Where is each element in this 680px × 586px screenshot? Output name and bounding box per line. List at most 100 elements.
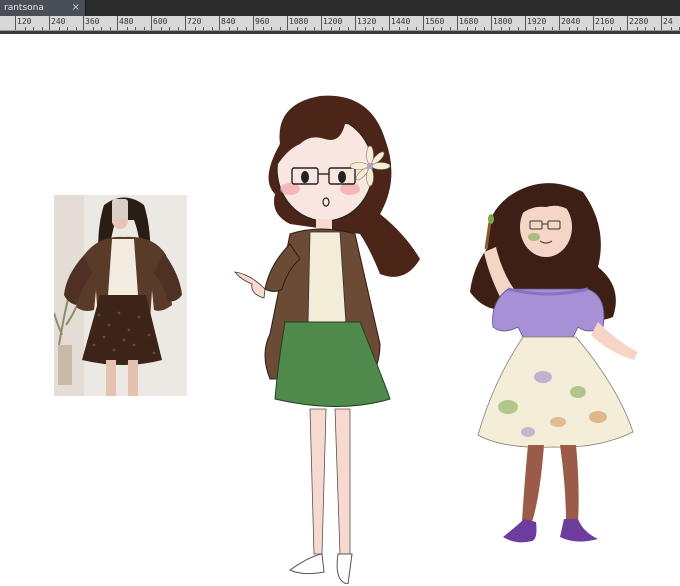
ruler-minor-tick: [483, 27, 485, 30]
final-character[interactable]: [448, 177, 658, 557]
ruler-label: 840: [221, 17, 236, 26]
ruler-minor-tick: [305, 27, 306, 30]
ruler-major-tick: [49, 16, 50, 30]
ruler-major-tick: [423, 16, 424, 30]
ruler-minor-tick: [33, 27, 34, 30]
ruler-label: 2040: [561, 17, 581, 26]
ruler-minor-tick: [92, 27, 94, 30]
ruler-minor-tick: [415, 27, 417, 30]
ruler-minor-tick: [177, 27, 179, 30]
ruler-major-tick: [117, 16, 118, 30]
ruler-label: 1920: [527, 17, 547, 26]
reference-photo-image: [54, 195, 187, 396]
ruler-minor-tick: [296, 27, 298, 30]
ruler-minor-tick: [636, 27, 638, 30]
ruler-minor-tick: [543, 27, 544, 30]
sketch-character[interactable]: [230, 84, 430, 584]
ruler-label: 2280: [629, 17, 649, 26]
ruler-minor-tick: [602, 27, 604, 30]
ruler-minor-tick: [398, 27, 400, 30]
ruler-minor-tick: [441, 27, 442, 30]
ruler-minor-tick: [211, 27, 213, 30]
ruler-label: 360: [85, 17, 100, 26]
ruler-major-tick: [219, 16, 220, 30]
ruler-major-tick: [661, 16, 662, 30]
ruler-minor-tick: [41, 27, 43, 30]
ruler-minor-tick: [313, 27, 315, 30]
ruler-label: 1320: [357, 17, 377, 26]
document-tab-rantsona[interactable]: rantsona ×: [0, 0, 86, 16]
ruler-minor-tick: [475, 27, 476, 30]
ruler-minor-tick: [245, 27, 247, 30]
ruler-major-tick: [15, 16, 16, 30]
ruler-minor-tick: [449, 27, 451, 30]
ruler-minor-tick: [500, 27, 502, 30]
ruler-minor-tick: [645, 27, 646, 30]
ruler-minor-tick: [135, 27, 136, 30]
ruler-minor-tick: [194, 27, 196, 30]
ruler-major-tick: [253, 16, 254, 30]
ruler-minor-tick: [339, 27, 340, 30]
ruler-minor-tick: [551, 27, 553, 30]
ruler-minor-tick: [466, 27, 468, 30]
ruler-minor-tick: [330, 27, 332, 30]
ruler-label: 600: [153, 17, 168, 26]
drawing-canvas[interactable]: [0, 34, 680, 586]
ruler-major-tick: [355, 16, 356, 30]
ruler-major-tick: [559, 16, 560, 30]
close-icon[interactable]: ×: [72, 0, 80, 15]
ruler-major-tick: [287, 16, 288, 30]
ruler-minor-tick: [534, 27, 536, 30]
ruler-minor-tick: [126, 27, 128, 30]
ruler-minor-tick: [653, 27, 655, 30]
ruler-label: 1560: [425, 17, 445, 26]
ruler-major-tick: [593, 16, 594, 30]
ruler-minor-tick: [373, 27, 374, 30]
ruler-minor-tick: [509, 27, 510, 30]
ruler-minor-tick: [585, 27, 587, 30]
title-bar: rantsona ×: [0, 0, 680, 16]
ruler-minor-tick: [101, 27, 102, 30]
ruler-minor-tick: [58, 27, 60, 30]
ruler-minor-tick: [262, 27, 264, 30]
ruler-minor-tick: [271, 27, 272, 30]
ruler-label: 240: [51, 17, 66, 26]
ruler-minor-tick: [568, 27, 570, 30]
ruler-minor-tick: [611, 27, 612, 30]
ruler-label: 2160: [595, 17, 615, 26]
ruler-label: 960: [255, 17, 270, 26]
horizontal-ruler[interactable]: 120 240 360 480 600 720 840 960 1080 1200 1320 1440…: [0, 16, 680, 31]
ruler-minor-tick: [517, 27, 519, 30]
ruler-minor-tick: [347, 27, 349, 30]
ruler-label: 1680: [459, 17, 479, 26]
ruler-minor-tick: [381, 27, 383, 30]
reference-photo[interactable]: [54, 195, 187, 396]
ruler-minor-tick: [169, 27, 170, 30]
ruler-major-tick: [525, 16, 526, 30]
ruler-major-tick: [491, 16, 492, 30]
ruler-minor-tick: [364, 27, 366, 30]
document-tab-label: rantsona: [4, 3, 44, 13]
ruler-major-tick: [185, 16, 186, 30]
ruler-minor-tick: [619, 27, 621, 30]
ruler-label: 480: [119, 17, 134, 26]
ruler-major-tick: [457, 16, 458, 30]
ruler-major-tick: [321, 16, 322, 30]
ruler-minor-tick: [143, 27, 145, 30]
ruler-minor-tick: [237, 27, 238, 30]
ruler-minor-tick: [67, 27, 68, 30]
ruler-minor-tick: [24, 27, 26, 30]
ruler-label: 1800: [493, 17, 513, 26]
ruler-major-tick: [151, 16, 152, 30]
ruler-major-tick: [627, 16, 628, 30]
ruler-label: 24: [663, 17, 673, 26]
ruler-minor-tick: [577, 27, 578, 30]
ruler-minor-tick: [670, 27, 672, 30]
ruler-major-tick: [389, 16, 390, 30]
ruler-minor-tick: [279, 27, 281, 30]
ruler-major-tick: [83, 16, 84, 30]
ruler-minor-tick: [228, 27, 230, 30]
ruler-label: 1440: [391, 17, 411, 26]
ruler-minor-tick: [160, 27, 162, 30]
ruler-minor-tick: [109, 27, 111, 30]
